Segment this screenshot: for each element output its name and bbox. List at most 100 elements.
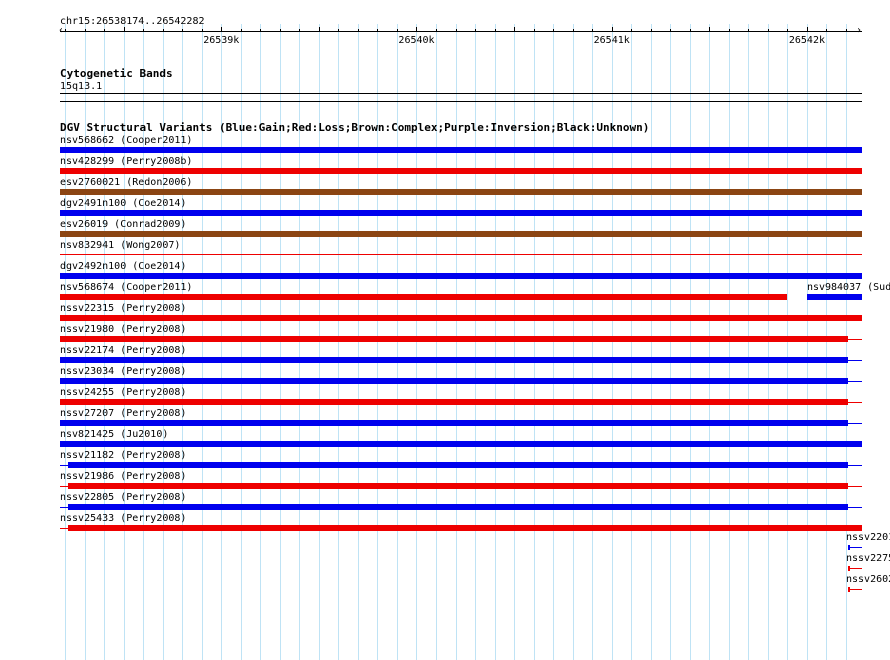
ruler-tick [104,29,105,32]
variant-bar[interactable] [60,189,862,195]
genome-browser-panel: chr15:26538174..26542282 ‹ › 26539k 26540… [0,0,890,660]
ruler-tick [475,29,476,32]
ruler-left-arrow: ‹ [58,25,65,36]
variant-label[interactable]: nsv832941 (Wong2007) [60,240,180,251]
variant-label[interactable]: esv2760021 (Redon2006) [60,177,192,188]
variant-bar[interactable] [60,168,862,174]
ruler-tick [690,29,691,32]
variant-label[interactable]: nssv21980 (Perry2008) [60,324,186,335]
ruler-tick [807,27,808,32]
ruler-tick [748,29,749,32]
ruler-tick [377,29,378,32]
variant-whisker [60,423,862,424]
ruler-tick-label: 26540k [398,35,435,46]
ruler-tick [768,29,769,32]
ruler-tick [85,29,86,32]
ruler-tick [573,29,574,32]
ruler-tick [397,29,398,32]
ruler-tick [163,29,164,32]
ruler-tick [65,29,66,32]
ruler-tick [319,27,320,32]
variant-label[interactable]: nssv24255 (Perry2008) [60,387,186,398]
variant-label[interactable]: nssv22174 (Perry2008) [60,345,186,356]
ruler-tick-label: 26541k [593,35,630,46]
ruler-tick [241,29,242,32]
variant-bar[interactable] [848,547,862,548]
variants-track-title[interactable]: DGV Structural Variants (Blue:Gain;Red:L… [60,122,649,134]
ruler-tick [358,29,359,32]
variant-bar[interactable] [806,294,862,300]
variant-endcap [848,587,850,592]
ruler-tick [280,29,281,32]
ruler-tick [534,29,535,32]
cytoband-band[interactable] [60,93,862,94]
variant-whisker [60,486,862,487]
variant-label[interactable]: nssv22805 (Perry2008) [60,492,186,503]
variant-label[interactable]: dgv2492n100 (Coe2014) [60,261,186,272]
variant-label[interactable]: nsv568662 (Cooper2011) [60,135,192,146]
variant-label[interactable]: esv26019 (Conrad2009) [60,219,186,230]
variant-bar[interactable] [60,210,862,216]
ruler-tick [651,29,652,32]
variant-whisker [60,360,862,361]
variant-bar[interactable] [60,273,862,279]
variant-bar[interactable] [60,231,862,237]
variant-label[interactable]: nssv27207 (Perry2008) [60,408,186,419]
variant-bar[interactable] [60,441,862,447]
variant-whisker [60,507,862,508]
variant-endcap [848,566,850,571]
variant-label[interactable]: dgv2491n100 (Coe2014) [60,198,186,209]
variant-whisker [60,339,862,340]
ruler-tick [182,29,183,32]
ruler-right-arrow: › [856,25,863,36]
variant-label[interactable]: nsv821425 (Ju2010) [60,429,168,440]
variant-bar[interactable] [848,589,862,590]
ruler-tick [436,29,437,32]
variant-label[interactable]: nssv25433 (Perry2008) [60,513,186,524]
variant-bar[interactable] [60,294,788,300]
cytoband-track-title[interactable]: Cytogenetic Bands [60,68,173,80]
variant-label[interactable]: nssv23034 (Perry2008) [60,366,186,377]
ruler-tick [124,27,125,32]
ruler-tick [202,29,203,32]
ruler-tick [612,27,613,32]
ruler-tick [221,27,222,32]
variant-whisker [60,402,862,403]
variant-label[interactable]: nsv428299 (Perry2008b) [60,156,192,167]
region-label: chr15:26538174..26542282 [60,16,205,27]
ruler-tick-label: 26542k [788,35,825,46]
variant-label[interactable]: nssv2602 [846,574,890,585]
variant-bar[interactable] [848,568,862,569]
ruler-tick [495,29,496,32]
ruler-tick [709,27,710,32]
ruler-tick-label: 26539k [203,35,240,46]
variant-label[interactable]: nsv984037 (Sudm [807,282,890,293]
variant-whisker [60,465,862,466]
variant-whisker [60,528,862,529]
variant-label[interactable]: nssv21986 (Perry2008) [60,471,186,482]
variant-label[interactable]: nssv21182 (Perry2008) [60,450,186,461]
variant-label[interactable]: nsv568674 (Cooper2011) [60,282,192,293]
ruler-tick [338,29,339,32]
ruler-tick [416,27,417,32]
variant-bar[interactable] [60,147,862,153]
ruler-tick [553,29,554,32]
ruler-tick [514,27,515,32]
variant-endcap [848,545,850,550]
variant-label[interactable]: nssv2201 [846,532,890,543]
ruler-tick [260,29,261,32]
ruler-tick [670,29,671,32]
variant-bar[interactable] [60,254,862,255]
variant-whisker [60,381,862,382]
ruler-tick [592,29,593,32]
variant-label[interactable]: nssv22315 (Perry2008) [60,303,186,314]
ruler-tick [787,29,788,32]
cytoband-label: 15q13.1 [60,81,103,92]
variant-bar[interactable] [60,315,862,321]
variant-label[interactable]: nssv2275 [846,553,890,564]
ruler-tick [456,29,457,32]
ruler-axis [60,31,862,32]
ruler-tick [826,29,827,32]
ruler-tick [729,29,730,32]
ruler-tick [631,29,632,32]
